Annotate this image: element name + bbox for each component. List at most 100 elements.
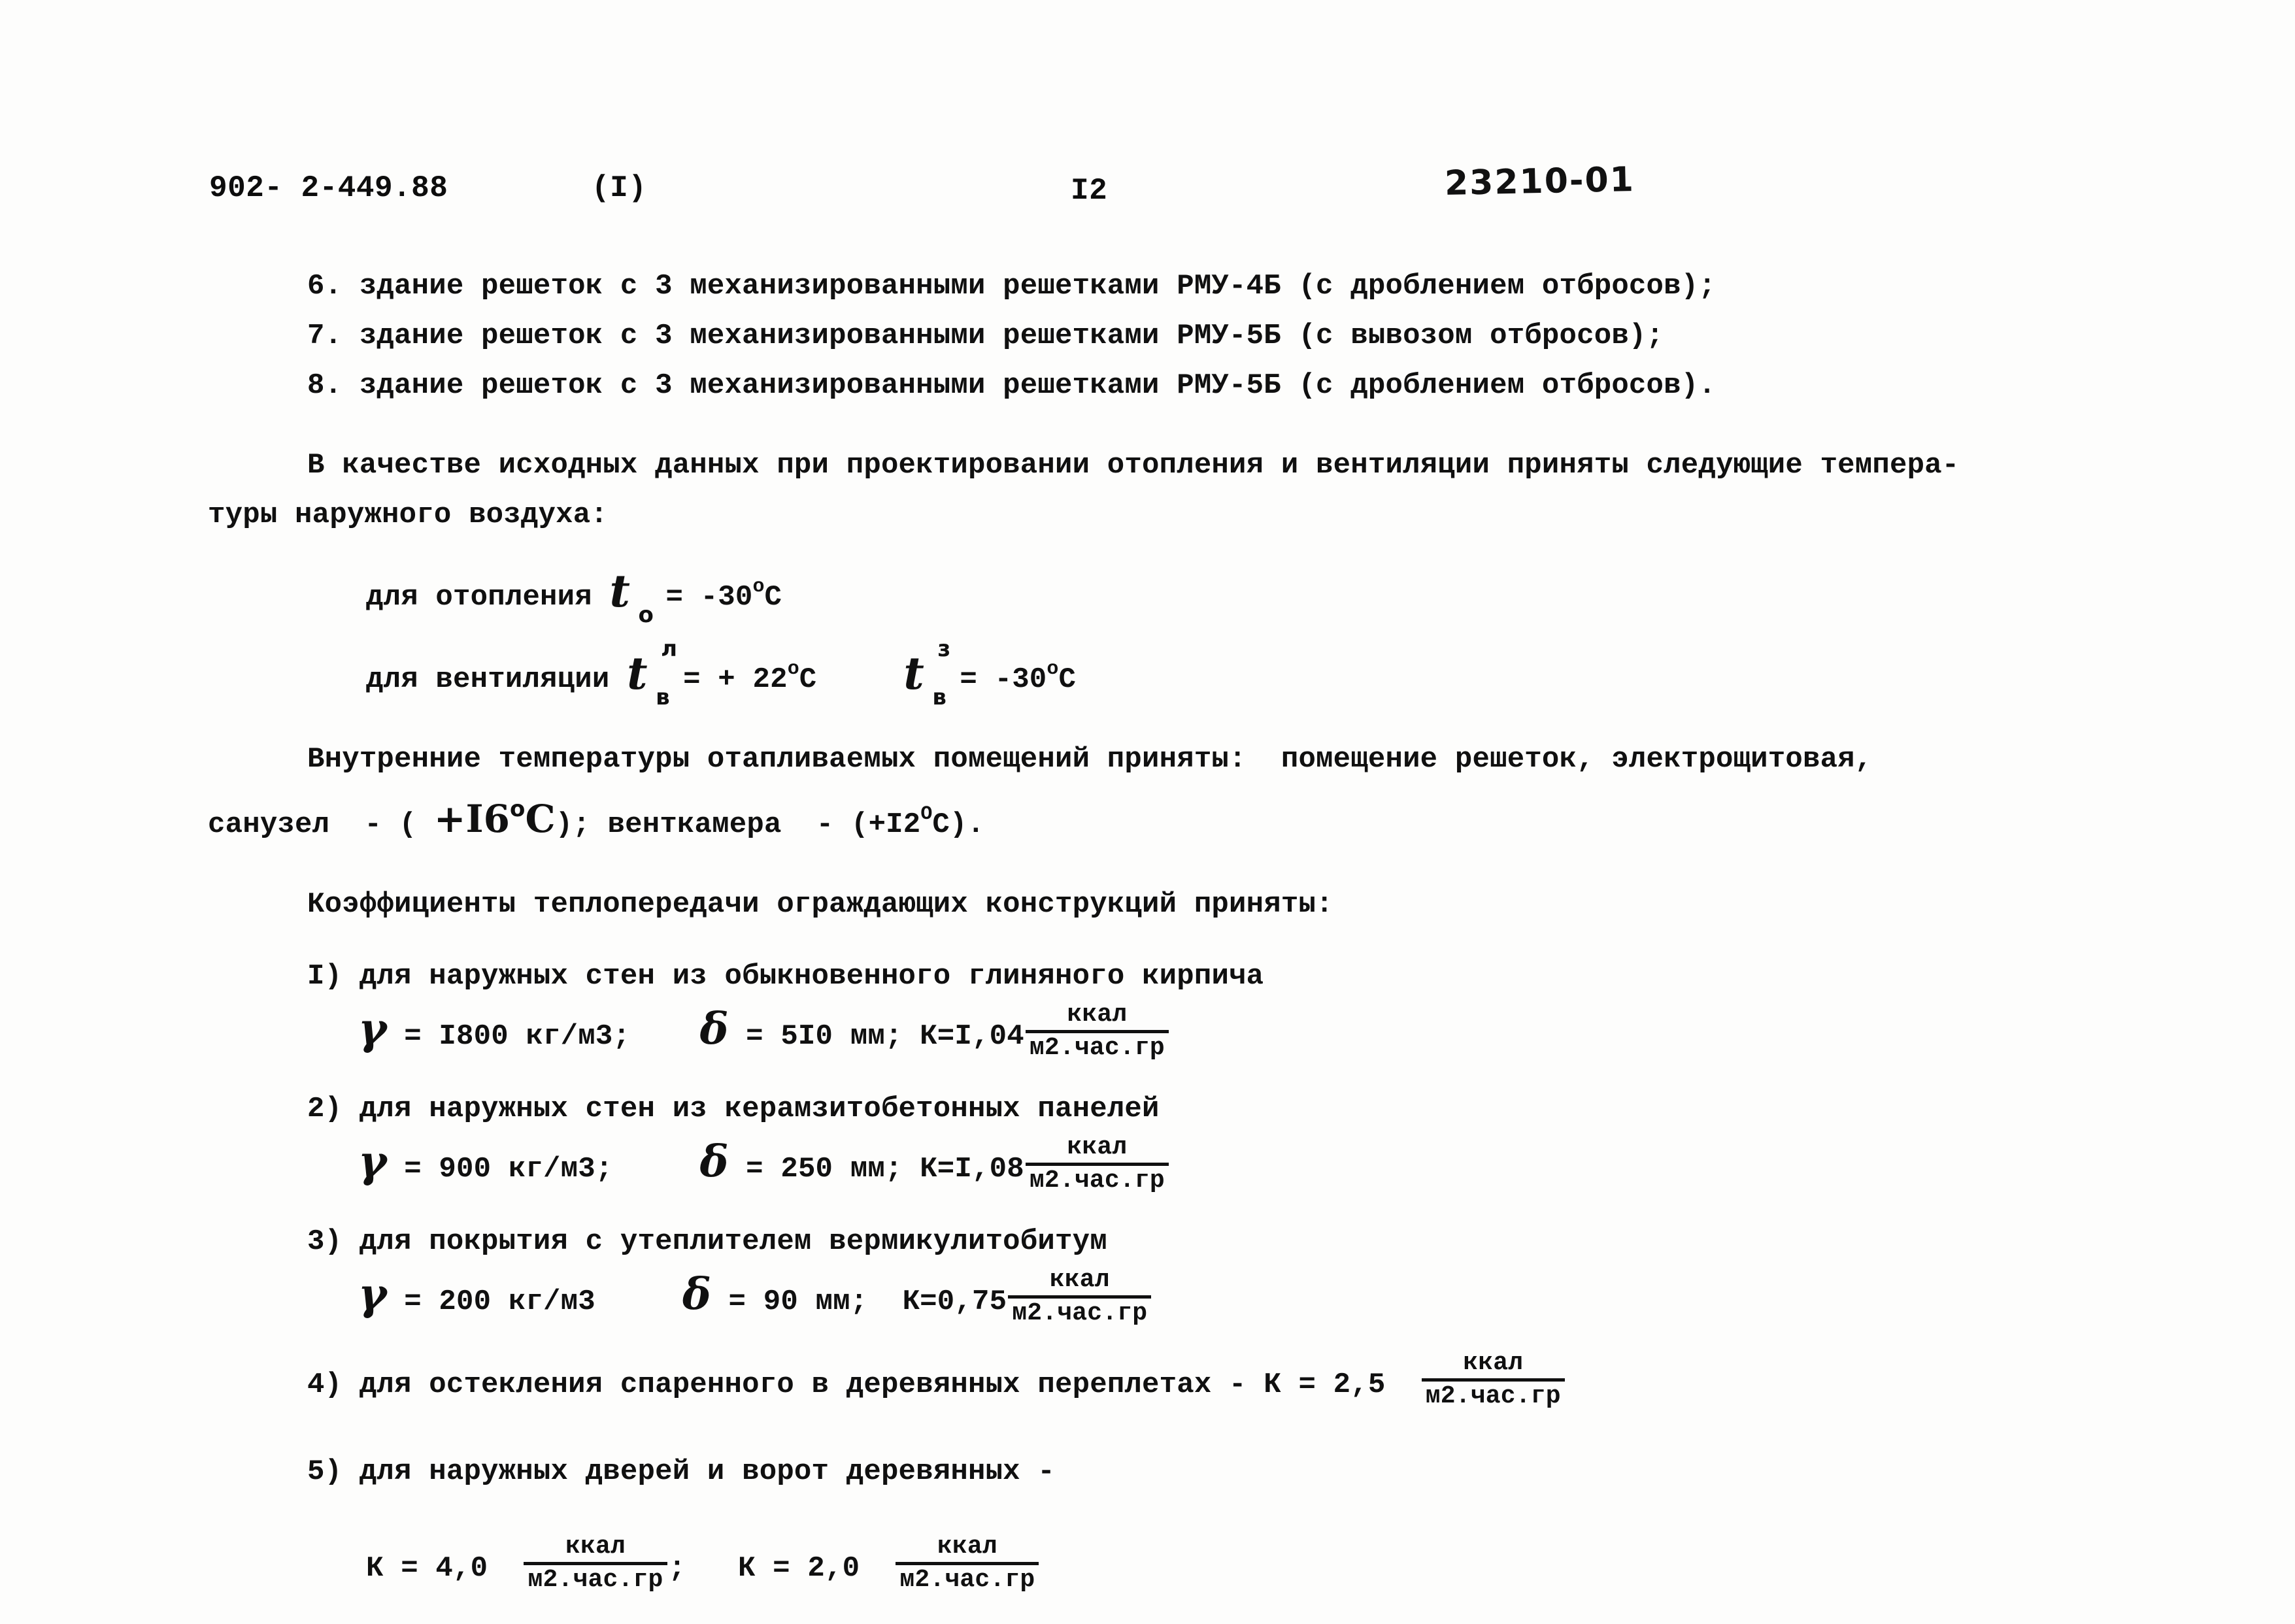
gamma-symbol: γ	[358, 1268, 387, 1319]
unit-fraction: ккал м2.час.гр	[1025, 1001, 1169, 1062]
gamma-value: = 900 кг/м3;	[404, 1153, 613, 1185]
outdoor-temp-ventilation: для вентиляции t в л = + 22oС t в з = -30oС	[0, 636, 2295, 710]
degree-sign: o	[1047, 658, 1059, 680]
fraction-numerator: ккал	[1463, 1349, 1524, 1377]
gamma-symbol: γ	[358, 1136, 387, 1187]
t-subscript: в	[932, 684, 947, 710]
intro-paragraph-line-2: туры наружного воздуха:	[208, 499, 608, 531]
ventilation-label: для вентиляции	[366, 663, 610, 696]
delta-symbol: δ	[699, 1003, 729, 1054]
heating-unit: С	[764, 581, 782, 614]
coefficient-item-3: 3) для покрытия с утеплителем вермикулит…	[0, 1217, 2295, 1267]
item-description: для покрытия с утеплителем вермикулитоби…	[359, 1225, 1107, 1258]
item-number: 5)	[307, 1455, 343, 1488]
fraction-numerator: ккал	[937, 1533, 997, 1561]
heating-value: -30	[700, 581, 753, 614]
coefficient-formula-1: γ = I800 кг/м3; δ = 5I0 мм; К=I,04 ккал м2…	[0, 1001, 2295, 1062]
delta-value: = 90 мм;	[728, 1285, 868, 1318]
degree-sign: o	[509, 796, 526, 822]
item-number: I)	[307, 960, 343, 993]
ventilation-summer-equals: =	[683, 663, 701, 696]
coefficient-item-1: I) для наружных стен из обыкновенного гл…	[0, 952, 2295, 1001]
unit-fraction: ккал м2.час.гр	[524, 1533, 667, 1594]
handwritten-temp-16: +I6	[433, 797, 510, 841]
unit-fraction: ккал м2.час.гр	[1008, 1266, 1152, 1327]
k-separator: ;	[668, 1552, 686, 1585]
item-description: для наружных дверей и ворот деревянных -	[359, 1455, 1055, 1488]
fraction-bar	[1025, 1163, 1169, 1166]
coefficient-formula-3: γ = 200 кг/м3 δ = 90 мм; К=0,75 ккал м2.ча…	[0, 1267, 2295, 1327]
coefficient-item-5: 5) для наружных дверей и ворот деревянны…	[0, 1447, 2295, 1497]
indoor-line2-end: С).	[932, 808, 985, 841]
degree-sign: o	[752, 576, 765, 598]
degree-sign: o	[787, 658, 799, 680]
item-description: для наружных стен из обыкновенного глиня…	[359, 960, 1264, 993]
fraction-bar	[896, 1562, 1039, 1565]
t-symbol: t	[609, 565, 631, 618]
t-subscript: о	[638, 602, 654, 628]
t-superscript: з	[937, 636, 951, 662]
fraction-numerator: ккал	[565, 1533, 626, 1561]
heating-label: для отопления	[366, 581, 592, 614]
list-item: 7. здание решеток с 3 механизированными …	[307, 320, 1664, 352]
degree-sign: O	[920, 803, 933, 825]
k2-label: К = 2,0	[737, 1552, 860, 1585]
fraction-numerator: ккал	[1049, 1266, 1110, 1294]
handwritten-stamp-code: 23210-01	[1444, 159, 1635, 204]
page-header: 902- 2-449.88 (I) I2 23210-01	[0, 160, 2295, 230]
fraction-bar	[1008, 1295, 1152, 1299]
indoor-line2-mid: ); венткамера - (+I2	[555, 808, 921, 841]
item-number: 3)	[307, 1225, 343, 1258]
delta-value: = 250 мм;	[746, 1153, 903, 1185]
t-subscript: в	[656, 684, 670, 710]
unit-fraction: ккал м2.час.гр	[1025, 1134, 1169, 1195]
door-k-values: К = 4,0 ккал м2.час.гр; К = 2,0 ккал м2.ча…	[0, 1533, 2295, 1594]
unit-fraction: ккал м2.час.гр	[1421, 1349, 1565, 1410]
fraction-bar	[524, 1562, 667, 1565]
fraction-numerator: ккал	[1067, 1001, 1128, 1029]
indoor-temps-line-1: Внутренние температуры отапливаемых поме…	[307, 743, 1873, 776]
album-code: 902- 2-449.88	[209, 171, 448, 205]
handwritten-temp-unit: С	[525, 797, 556, 841]
ventilation-winter-equals: =	[960, 663, 977, 696]
k-value: К=I,08	[920, 1153, 1024, 1185]
album-part: (I)	[592, 171, 647, 205]
document-body: 6. здание решеток с 3 механизированными …	[0, 261, 2295, 1594]
delta-value: = 5I0 мм;	[746, 1020, 903, 1053]
fraction-bar	[1025, 1030, 1169, 1033]
unit-fraction: ккал м2.час.гр	[896, 1533, 1039, 1594]
ventilation-summer-unit: С	[799, 663, 817, 696]
intro-paragraph-line-1: В качестве исходных данных при проектиро…	[307, 449, 1960, 482]
coefficient-formula-2: γ = 900 кг/м3; δ = 250 мм; К=I,08 ккал м2.…	[0, 1134, 2295, 1195]
indoor-line2-start: санузел - (	[208, 808, 434, 841]
outdoor-temp-heating: для отопления t о = -30oС	[0, 562, 2295, 628]
ventilation-winter-unit: С	[1058, 663, 1077, 696]
list-item: 8. здание решеток с 3 механизированными …	[307, 369, 1716, 402]
coefficient-item-2: 2) для наружных стен из керамзитобетонны…	[0, 1084, 2295, 1134]
item-description: для остекления спаренного в деревянных п…	[359, 1368, 1386, 1401]
ventilation-winter-value: -30	[994, 663, 1047, 696]
k-value: К=I,04	[920, 1020, 1024, 1053]
coefficients-heading: Коэффициенты теплопередачи ограждающих к…	[307, 888, 1333, 921]
t-symbol: t	[903, 648, 924, 700]
fraction-denominator: м2.час.гр	[1425, 1382, 1561, 1410]
heating-equals: =	[665, 581, 684, 614]
gamma-value: = 200 кг/м3	[404, 1285, 595, 1318]
fraction-denominator: м2.час.гр	[899, 1566, 1035, 1594]
indoor-temps-line-2: санузел - ( +I6oС); венткамера - (+I2OС)…	[0, 784, 2295, 850]
fraction-denominator: м2.час.гр	[1012, 1299, 1148, 1327]
fraction-denominator: м2.час.гр	[1029, 1167, 1165, 1195]
fraction-denominator: м2.час.гр	[528, 1566, 663, 1594]
fraction-bar	[1421, 1378, 1565, 1382]
page-number: I2	[1071, 174, 1108, 208]
item-description: для наружных стен из керамзитобетонных п…	[359, 1093, 1160, 1125]
delta-symbol: δ	[699, 1136, 729, 1187]
gamma-value: = I800 кг/м3;	[404, 1020, 631, 1053]
delta-symbol: δ	[682, 1268, 711, 1319]
k1-label: К = 4,0	[366, 1552, 488, 1585]
item-number: 2)	[307, 1093, 343, 1125]
ventilation-summer-value: + 22	[718, 663, 788, 696]
gamma-symbol: γ	[358, 1003, 387, 1054]
t-symbol: t	[627, 648, 648, 700]
item-number: 4)	[307, 1368, 343, 1401]
